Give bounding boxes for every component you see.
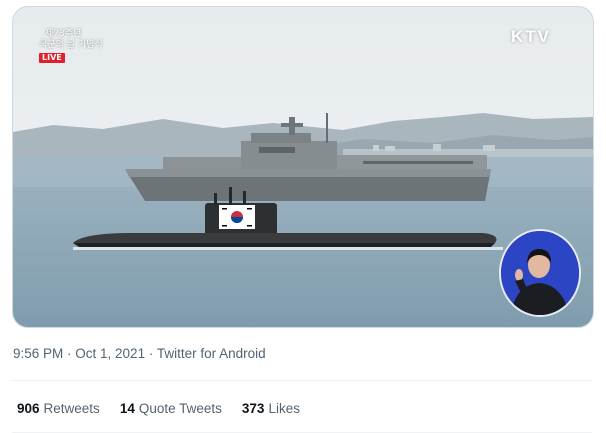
divider bbox=[12, 380, 592, 381]
caption-anniversary: 제73주년 bbox=[45, 29, 82, 39]
quote-tweets-label: Quote Tweets bbox=[138, 401, 222, 416]
retweets-label: Retweets bbox=[43, 401, 100, 416]
tweet-source[interactable]: Twitter for Android bbox=[157, 346, 266, 361]
tweet-engagement-stats: 906 Retweets 14 Quote Tweets 373 Likes bbox=[17, 401, 300, 416]
quote-tweets-stat[interactable]: 14 Quote Tweets bbox=[120, 401, 222, 416]
retweets-count: 906 bbox=[17, 401, 40, 416]
retweets-stat[interactable]: 906 Retweets bbox=[17, 401, 100, 416]
likes-label: Likes bbox=[268, 401, 300, 416]
meta-separator: · bbox=[63, 346, 76, 361]
tweet-media-video[interactable]: 제73주년 국군의 날 기념식 LIVE KTV bbox=[12, 6, 594, 328]
likes-stat[interactable]: 373 Likes bbox=[242, 401, 300, 416]
tweet-timestamp-source: 9:56 PM · Oct 1, 2021 · Twitter for Andr… bbox=[13, 346, 266, 361]
meta-separator: · bbox=[145, 346, 157, 361]
interpreter-figure bbox=[501, 231, 579, 315]
broadcast-caption: 제73주년 국군의 날 기념식 LIVE bbox=[39, 29, 103, 64]
quote-tweets-count: 14 bbox=[119, 401, 135, 416]
tweet-date[interactable]: Oct 1, 2021 bbox=[75, 346, 145, 361]
caption-event-title: 국군의 날 기념식 bbox=[39, 40, 103, 50]
likes-count: 373 bbox=[241, 401, 265, 416]
south-korea-flag-icon bbox=[219, 205, 255, 229]
live-badge: LIVE bbox=[39, 53, 65, 63]
channel-logo: KTV bbox=[511, 27, 551, 46]
sign-language-interpreter bbox=[499, 229, 581, 317]
tweet-time[interactable]: 9:56 PM bbox=[13, 346, 63, 361]
